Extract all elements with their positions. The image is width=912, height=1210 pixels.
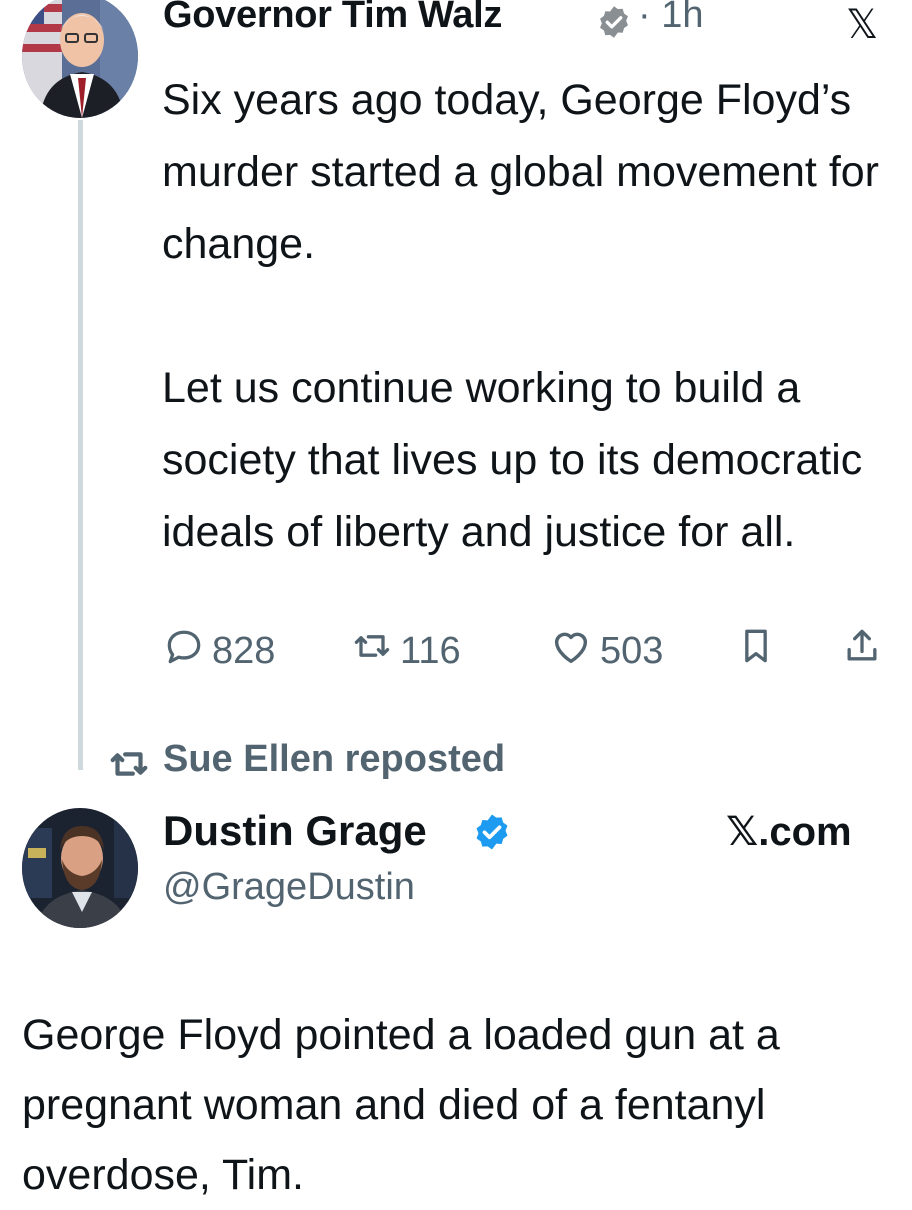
like-count: 503 [600, 629, 664, 672]
tweet-body: Six years ago today, George Floyd’s murd… [162, 64, 892, 568]
reply-button[interactable]: 828 [162, 628, 275, 674]
share-icon [840, 624, 890, 678]
repost-button[interactable]: 116 [350, 628, 461, 674]
thread-connector-line [78, 120, 83, 770]
author-name[interactable]: Governor Tim Walz [163, 0, 502, 37]
avatar-tim-walz[interactable] [22, 0, 138, 118]
bookmark-icon [734, 624, 784, 678]
repost-icon [350, 624, 400, 678]
tweet-paragraph: Let us continue working to build a socie… [162, 364, 863, 556]
author-name[interactable]: Dustin Grage [163, 807, 427, 855]
like-button[interactable]: 503 [548, 628, 663, 674]
repost-count: 116 [400, 629, 461, 672]
avatar-dustin-grage[interactable] [22, 808, 138, 928]
reposted-by-label[interactable]: Sue Ellen reposted [163, 738, 505, 781]
author-handle[interactable]: @GrageDustin [163, 866, 415, 909]
tweet-time[interactable]: · 1h [638, 0, 703, 37]
reply-icon [162, 624, 212, 678]
tweet-paragraph: Six years ago today, George Floyd’s murd… [162, 76, 879, 268]
repost-indicator-icon [106, 741, 152, 792]
bookmark-button[interactable] [734, 628, 784, 674]
verified-badge-icon [472, 812, 512, 857]
source-x-com: 𝕏.com [726, 810, 852, 854]
reply-count: 828 [212, 629, 276, 672]
tweet-body: George Floyd pointed a loaded gun at a p… [22, 1011, 780, 1199]
share-button[interactable] [840, 628, 890, 674]
verified-badge-icon [596, 4, 632, 45]
like-icon [548, 623, 600, 679]
x-logo-icon: 𝕏 [846, 2, 879, 48]
